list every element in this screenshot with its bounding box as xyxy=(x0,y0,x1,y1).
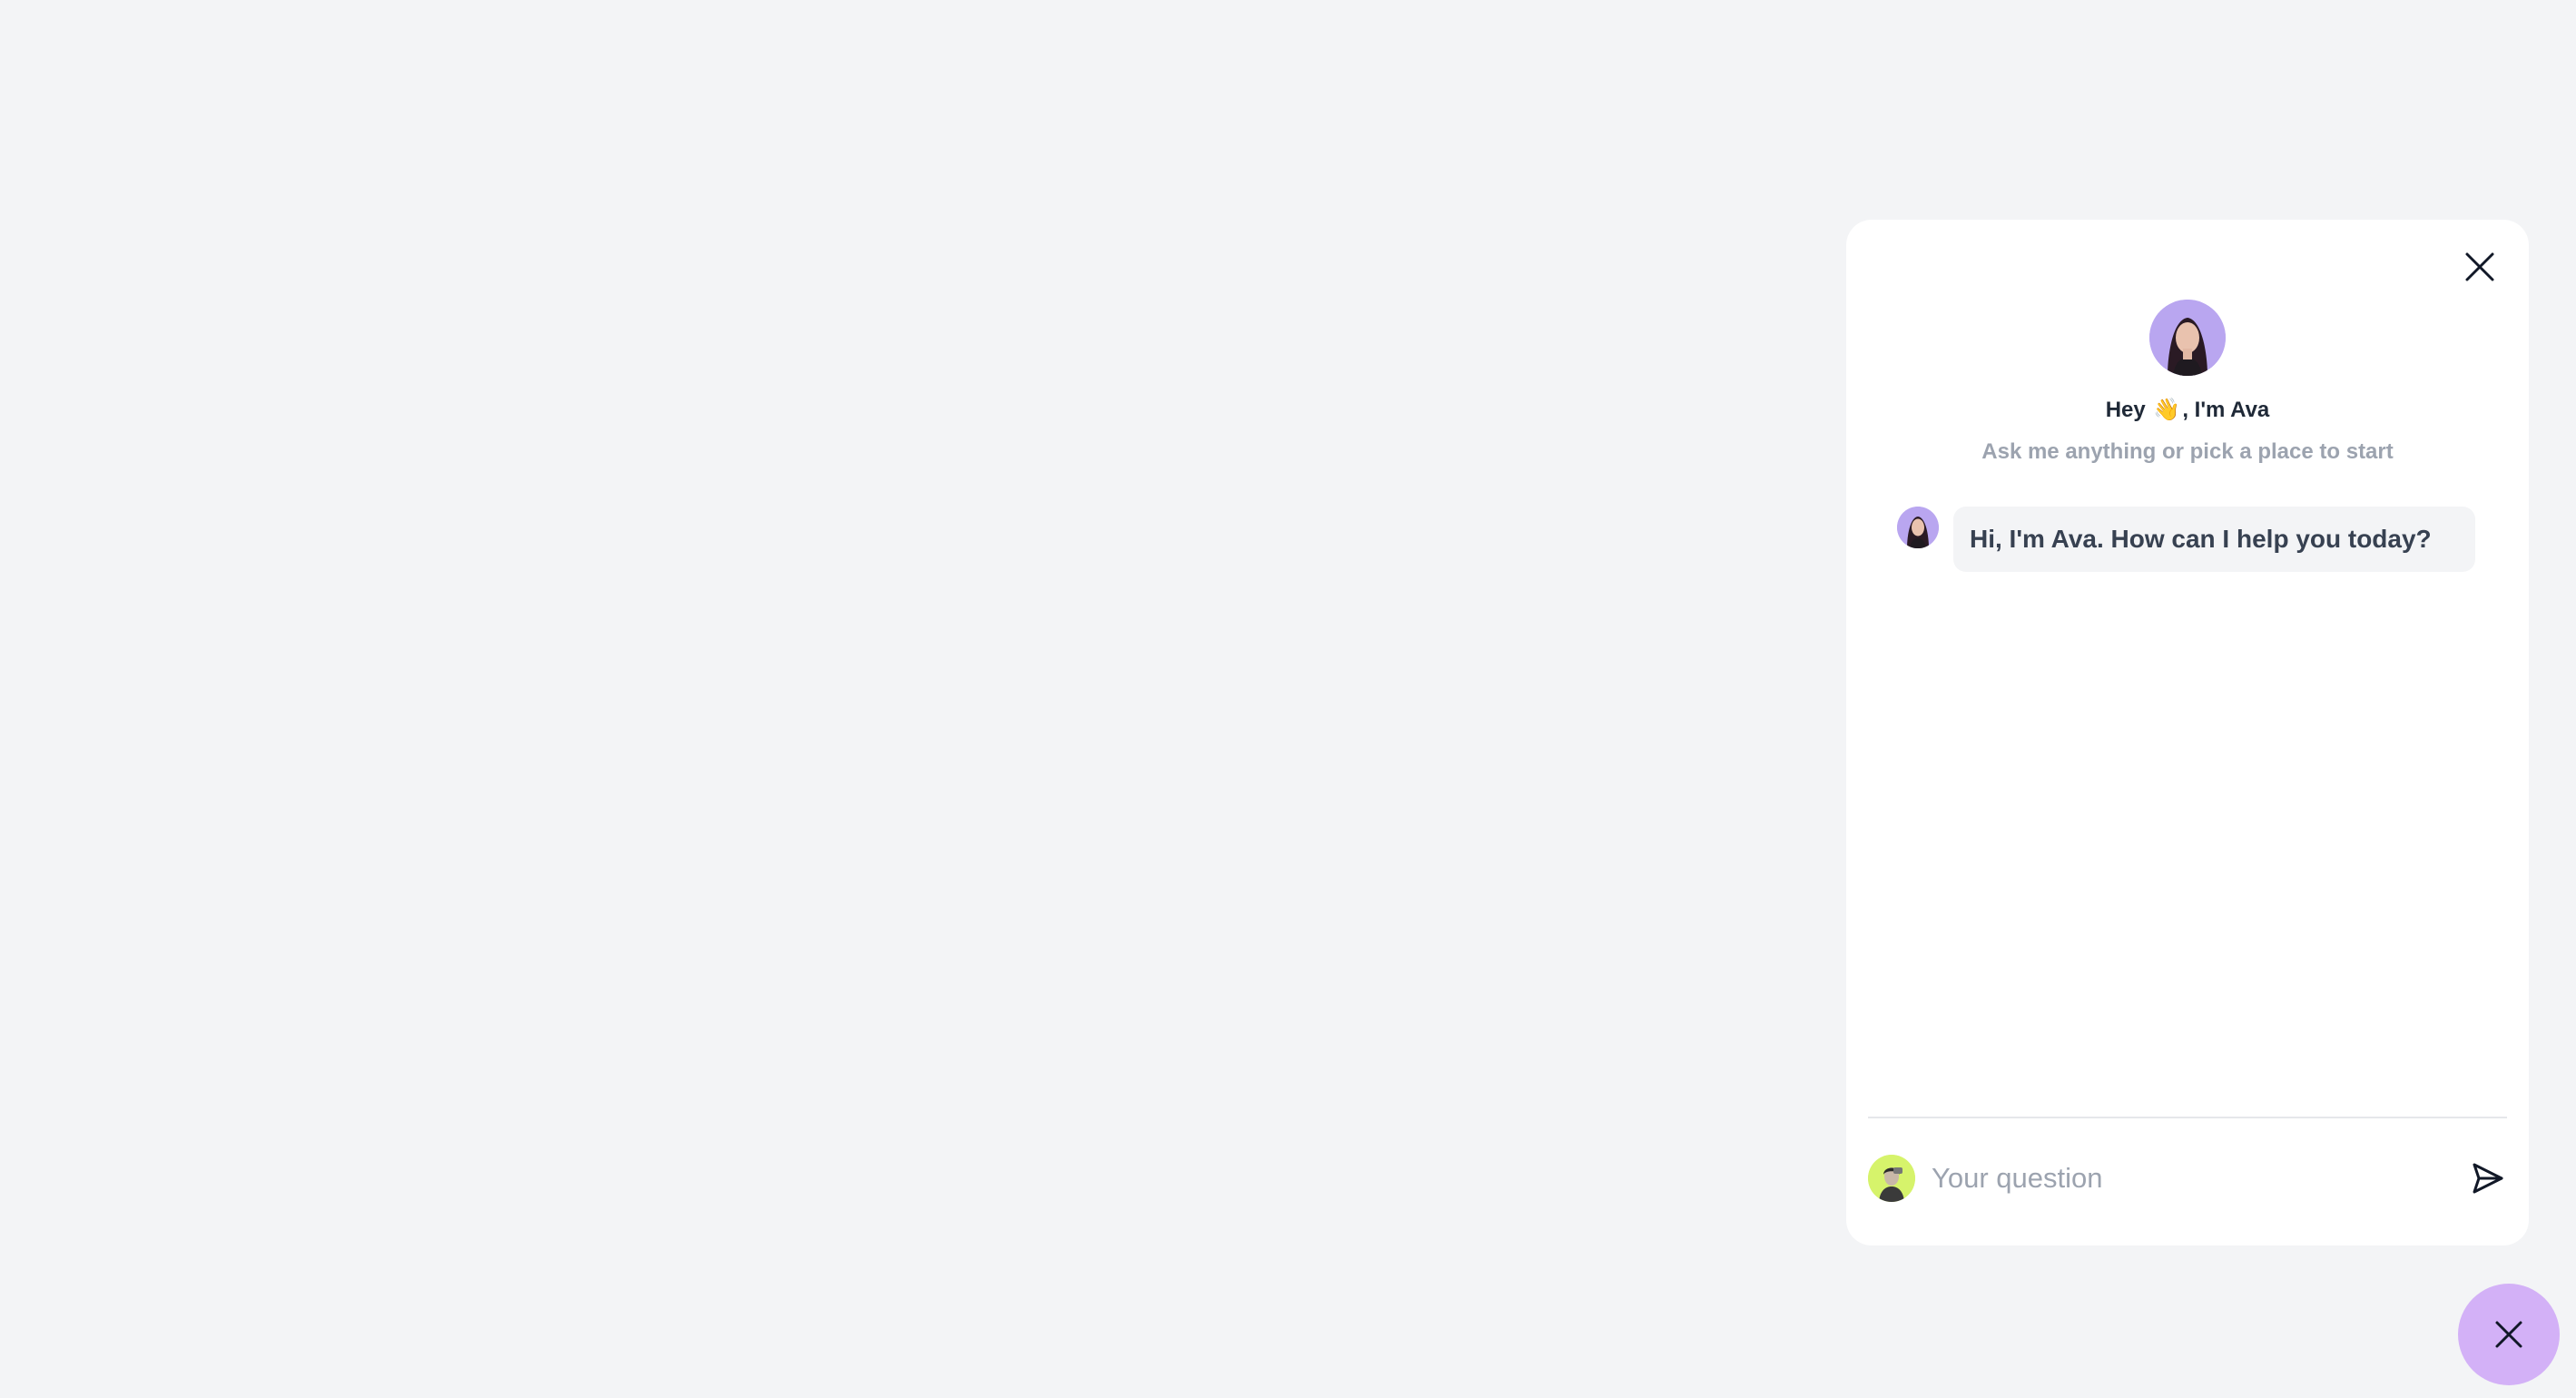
page: Hey 👋, I'm Ava Ask me anything or pick a… xyxy=(0,0,2576,1398)
user-avatar xyxy=(1868,1155,1915,1202)
chat-header: Hey 👋, I'm Ava Ask me anything or pick a… xyxy=(1846,300,2529,467)
question-input[interactable] xyxy=(1930,1155,2465,1202)
close-icon xyxy=(2495,1321,2522,1348)
chat-toggle-button[interactable] xyxy=(2458,1284,2560,1385)
greeting-suffix: , I'm Ava xyxy=(2182,398,2270,422)
assistant-avatar xyxy=(2149,300,2226,376)
question-composer xyxy=(1868,1153,2511,1204)
chat-panel: Hey 👋, I'm Ava Ask me anything or pick a… xyxy=(1846,220,2529,1245)
send-icon xyxy=(2473,1163,2503,1194)
greeting-subtitle: Ask me anything or pick a place to start xyxy=(1981,439,2394,464)
close-chat-button[interactable] xyxy=(2456,243,2503,290)
message-bubble: Hi, I'm Ava. How can I help you today? xyxy=(1953,507,2475,572)
greeting-prefix: Hey xyxy=(2105,398,2146,422)
close-icon xyxy=(2465,252,2494,281)
message-avatar xyxy=(1897,507,1939,548)
waving-hand-icon: 👋 xyxy=(2153,398,2181,422)
greeting-title: Hey 👋, I'm Ava xyxy=(1846,396,2529,425)
send-button[interactable] xyxy=(2465,1156,2511,1201)
input-divider xyxy=(1868,1117,2507,1118)
assistant-message: Hi, I'm Ava. How can I help you today? xyxy=(1897,507,2475,572)
